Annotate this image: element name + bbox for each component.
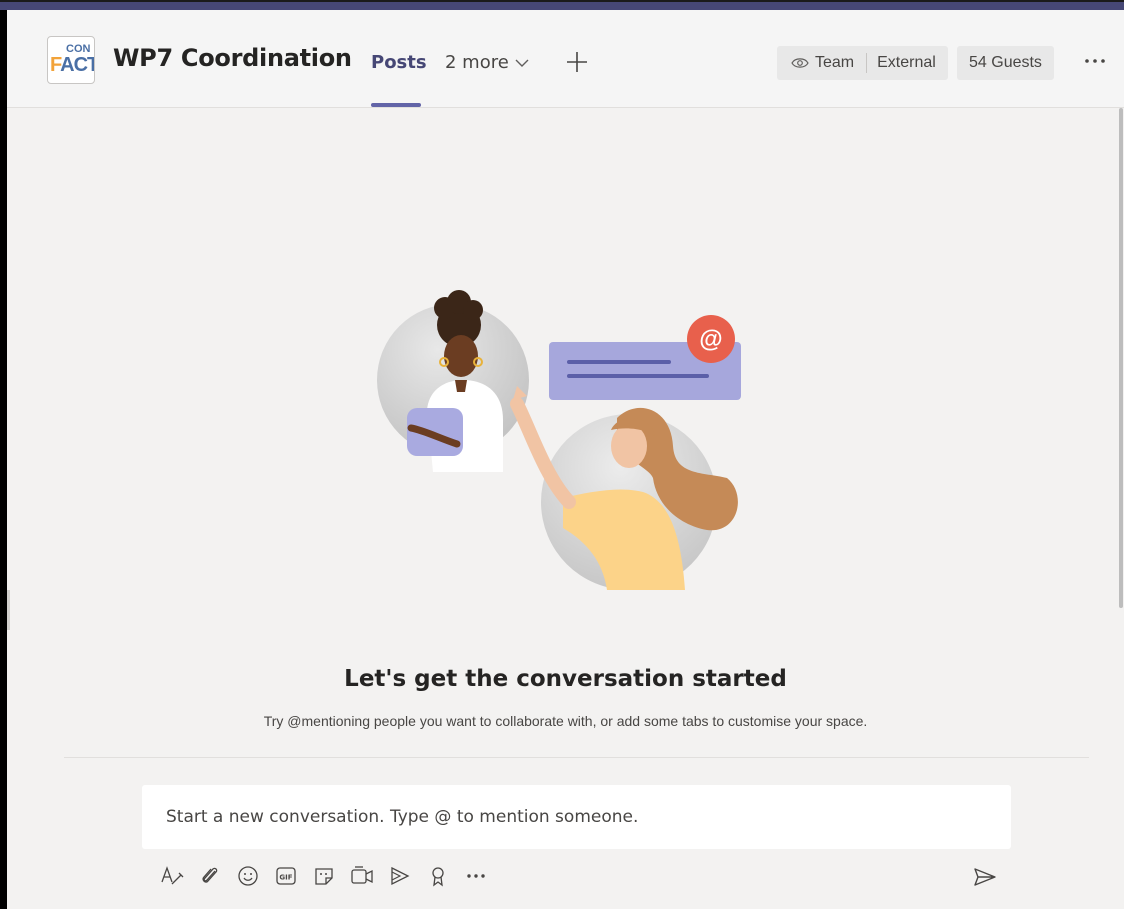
tab-more-label: 2 more xyxy=(445,52,509,73)
external-label: External xyxy=(877,54,936,71)
left-edge-handle xyxy=(7,590,10,630)
empty-state-subtitle: Try @mentioning people you want to colla… xyxy=(263,713,868,729)
gif-button[interactable]: GIF xyxy=(270,862,302,890)
more-options-button[interactable] xyxy=(1081,56,1109,66)
emoji-button[interactable] xyxy=(232,862,264,890)
attach-button[interactable] xyxy=(194,862,226,890)
active-tab-indicator xyxy=(371,103,421,107)
tab-posts[interactable]: Posts xyxy=(371,52,427,73)
more-horizontal-icon xyxy=(1081,56,1109,66)
guests-badge[interactable]: 54 Guests xyxy=(957,46,1054,80)
team-logo[interactable]: CON FACT xyxy=(47,36,95,84)
team-logo-text-bottom-a: F xyxy=(50,54,61,76)
compose-toolbar: GIF xyxy=(156,862,498,890)
add-tab-button[interactable] xyxy=(565,50,589,74)
attach-icon xyxy=(200,865,220,887)
external-badge[interactable]: External xyxy=(867,46,948,80)
meet-now-button[interactable] xyxy=(346,862,378,890)
more-apps-button[interactable] xyxy=(460,862,492,890)
tab-more[interactable]: 2 more xyxy=(445,52,529,73)
compose-divider xyxy=(64,757,1089,758)
conversation-illustration: @ xyxy=(367,280,757,590)
eye-icon xyxy=(791,57,809,69)
channel-title: WP7 Coordination xyxy=(113,44,352,72)
team-label: Team xyxy=(815,54,855,71)
window-top-accent xyxy=(0,0,1124,10)
send-button[interactable] xyxy=(973,866,997,888)
stream-icon xyxy=(389,865,411,887)
gif-icon: GIF xyxy=(275,865,297,887)
teams-channel-window: CON FACT WP7 Coordination Posts 2 more T… xyxy=(7,10,1124,909)
team-logo-text-bottom: FACT xyxy=(50,54,95,77)
more-horizontal-icon xyxy=(465,872,487,880)
chevron-down-icon xyxy=(515,57,529,68)
praise-icon xyxy=(428,865,448,887)
guests-label: 54 Guests xyxy=(969,54,1042,71)
praise-button[interactable] xyxy=(422,862,454,890)
sticker-icon xyxy=(313,865,335,887)
team-logo-text-bottom-b: ACT xyxy=(60,54,95,76)
meet-icon xyxy=(350,865,374,887)
new-conversation-input[interactable] xyxy=(142,785,1011,849)
team-info-pills: Team External xyxy=(777,46,948,80)
format-icon xyxy=(160,865,184,887)
sticker-button[interactable] xyxy=(308,862,340,890)
empty-state-title: Let's get the conversation started xyxy=(344,666,787,692)
compose-box xyxy=(142,785,1011,849)
send-icon xyxy=(973,866,997,888)
scrollbar[interactable] xyxy=(1119,108,1123,608)
gif-label: GIF xyxy=(279,874,292,882)
plus-icon xyxy=(565,50,589,74)
channel-header: CON FACT WP7 Coordination Posts 2 more T… xyxy=(7,10,1124,108)
stream-button[interactable] xyxy=(384,862,416,890)
emoji-icon xyxy=(237,865,259,887)
format-button[interactable] xyxy=(156,862,188,890)
mention-symbol: @ xyxy=(699,326,722,353)
team-visibility-button[interactable]: Team xyxy=(777,46,866,80)
